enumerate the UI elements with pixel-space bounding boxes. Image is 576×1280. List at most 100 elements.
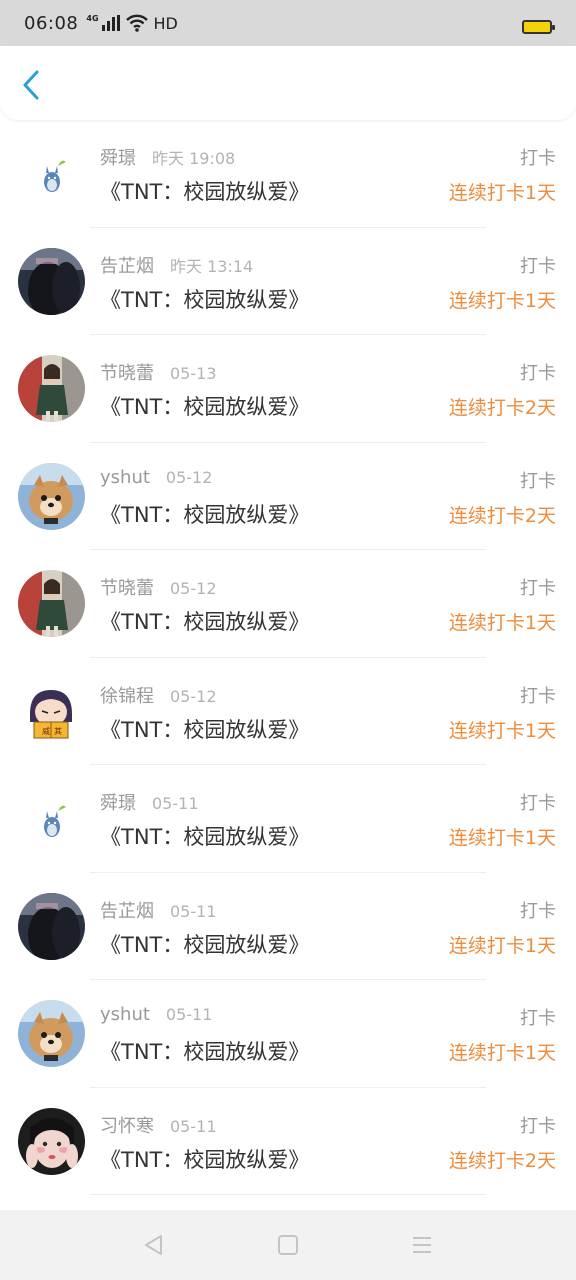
streak-count: 连续打卡1天 xyxy=(448,719,556,742)
streak-count: 连续打卡2天 xyxy=(448,397,556,419)
nav-home-button[interactable] xyxy=(276,1233,300,1257)
name-line: 舜璟 05-11 xyxy=(100,789,199,815)
wifi-icon xyxy=(125,14,148,32)
checkin-list: 舜璟 昨天 19:08 《TNT：校园放纵爱》 打卡 连续打卡1天 告芷烟 昨天 13:14… xyxy=(0,120,576,1195)
book-title[interactable]: 《TNT：校园放纵爱》 xyxy=(100,176,309,206)
avatar[interactable] xyxy=(18,785,85,852)
avatar[interactable] xyxy=(18,247,85,315)
checkin-item[interactable]: 习怀寒 05-11 《TNT：校园放纵爱》 打卡连续打卡2天 xyxy=(0,1088,576,1196)
avatar[interactable] xyxy=(18,892,85,960)
streak-count: 连续打卡1天 xyxy=(448,182,556,204)
user-name[interactable]: 节晓蕾 xyxy=(100,359,154,385)
checkin-item[interactable]: 告芷烟 昨天 13:14 《TNT：校园放纵爱》 打卡连续打卡1天 xyxy=(0,228,576,336)
name-line: 节晓蕾 05-13 xyxy=(100,359,217,385)
post-time: 05-13 xyxy=(170,364,217,383)
book-title[interactable]: 《TNT：校园放纵爱》 xyxy=(100,1144,309,1174)
top-header xyxy=(0,46,576,120)
user-name[interactable]: 舜璟 xyxy=(100,144,136,170)
avatar[interactable] xyxy=(18,1107,85,1175)
checkin-label: 打卡 xyxy=(520,900,556,922)
checkin-item[interactable]: 威其徐锦程 05-12 《TNT：校园放纵爱》 打卡 连续打卡1天 xyxy=(0,658,576,766)
checkin-label: 打卡 xyxy=(520,578,556,599)
streak-count: 连续打卡1天 xyxy=(448,1042,556,1064)
name-line: 告芷烟 昨天 13:14 xyxy=(100,252,253,278)
post-time: 05-12 xyxy=(165,467,213,487)
battery-icon xyxy=(522,20,555,34)
streak-count: 连续打卡2天 xyxy=(448,1149,556,1172)
name-line: 习怀寒 05-11 xyxy=(100,1112,217,1138)
streak-count: 连续打卡2天 xyxy=(448,504,556,527)
home-square-icon xyxy=(278,1235,298,1255)
user-name[interactable]: 节晓蕾 xyxy=(100,574,154,600)
status-icons: 4G HD xyxy=(86,14,178,33)
back-triangle-icon xyxy=(145,1235,162,1255)
post-time: 05-11 xyxy=(170,1116,217,1136)
network-label: 4G xyxy=(86,14,99,23)
streak-count: 连续打卡1天 xyxy=(448,934,556,957)
checkin-label: 打卡 xyxy=(520,793,556,814)
book-title[interactable]: 《TNT：校园放纵爱》 xyxy=(100,499,309,529)
book-title[interactable]: 《TNT：校园放纵爱》 xyxy=(100,1036,309,1066)
checkin-label: 打卡 xyxy=(520,363,556,384)
checkin-item[interactable]: yshut 05-11 《TNT：校园放纵爱》 打卡连续打卡1天 xyxy=(0,980,576,1088)
checkin-label: 打卡 xyxy=(520,148,556,169)
signal-icon: 4G xyxy=(86,14,120,31)
name-line: yshut 05-11 xyxy=(100,1004,212,1025)
streak-count: 连续打卡1天 xyxy=(448,612,556,634)
checkin-item[interactable]: yshut 05-12 《TNT：校园放纵爱》 打卡连续打卡2天 xyxy=(0,443,576,551)
checkin-item[interactable]: 舜璟 昨天 19:08 《TNT：校园放纵爱》 打卡连续打卡1天 xyxy=(0,120,576,228)
book-title[interactable]: 《TNT：校园放纵爱》 xyxy=(100,821,309,851)
user-name[interactable]: 告芷烟 xyxy=(100,252,154,278)
checkin-label: 打卡 xyxy=(520,255,556,277)
checkin-label: 打卡 xyxy=(520,685,556,707)
status-time: 06:08 xyxy=(24,12,79,34)
checkin-label: 打卡 xyxy=(520,1008,556,1029)
system-nav-bar xyxy=(0,1210,576,1280)
name-line: 徐锦程 05-12 xyxy=(100,682,217,708)
name-line: yshut 05-12 xyxy=(100,467,212,488)
avatar[interactable] xyxy=(18,462,85,530)
user-name[interactable]: yshut xyxy=(100,1004,150,1025)
avatar[interactable] xyxy=(18,570,85,637)
book-title[interactable]: 《TNT：校园放纵爱》 xyxy=(100,606,309,636)
book-title[interactable]: 《TNT：校园放纵爱》 xyxy=(100,714,309,744)
status-bar: 06:08 4G HD xyxy=(0,0,576,46)
menu-lines-icon xyxy=(413,1237,431,1253)
name-line: 舜璟 昨天 19:08 xyxy=(100,144,235,170)
avatar[interactable] xyxy=(18,355,85,422)
avatar[interactable]: 威其 xyxy=(18,677,85,745)
post-time: 05-12 xyxy=(170,579,217,598)
user-name[interactable]: yshut xyxy=(100,467,150,488)
checkin-label: 打卡 xyxy=(520,1115,556,1137)
user-name[interactable]: 习怀寒 xyxy=(100,1112,154,1138)
svg-text:威: 威 xyxy=(42,726,50,736)
post-time: 昨天 13:14 xyxy=(170,256,254,276)
book-title[interactable]: 《TNT：校园放纵爱》 xyxy=(100,391,309,421)
avatar[interactable] xyxy=(18,140,85,207)
checkin-item[interactable]: 节晓蕾 05-12 《TNT：校园放纵爱》 打卡连续打卡1天 xyxy=(0,550,576,658)
post-time: 05-11 xyxy=(170,901,217,921)
user-name[interactable]: 告芷烟 xyxy=(100,897,154,923)
post-time: 昨天 19:08 xyxy=(152,149,236,168)
checkin-label: 打卡 xyxy=(520,470,556,492)
svg-text:其: 其 xyxy=(54,727,62,736)
back-button[interactable] xyxy=(16,68,46,102)
post-time: 05-11 xyxy=(165,1005,213,1024)
checkin-item[interactable]: 告芷烟 05-11 《TNT：校园放纵爱》 打卡连续打卡1天 xyxy=(0,873,576,981)
name-line: 告芷烟 05-11 xyxy=(100,897,217,923)
name-line: 节晓蕾 05-12 xyxy=(100,574,217,600)
avatar[interactable] xyxy=(18,1000,85,1067)
nav-back-button[interactable] xyxy=(142,1233,166,1257)
hd-indicator: HD xyxy=(153,13,178,33)
checkin-item[interactable]: 舜璟 05-11 《TNT：校园放纵爱》 打卡连续打卡1天 xyxy=(0,765,576,873)
book-title[interactable]: 《TNT：校园放纵爱》 xyxy=(100,929,309,959)
nav-menu-button[interactable] xyxy=(410,1233,434,1257)
user-name[interactable]: 舜璟 xyxy=(100,789,136,815)
post-time: 05-11 xyxy=(152,794,199,813)
checkin-item[interactable]: 节晓蕾 05-13 《TNT：校园放纵爱》 打卡连续打卡2天 xyxy=(0,335,576,443)
user-name[interactable]: 徐锦程 xyxy=(100,682,154,708)
chevron-left-icon xyxy=(23,70,39,100)
streak-count: 连续打卡1天 xyxy=(448,827,556,849)
streak-count: 连续打卡1天 xyxy=(448,289,556,312)
book-title[interactable]: 《TNT：校园放纵爱》 xyxy=(100,284,309,314)
